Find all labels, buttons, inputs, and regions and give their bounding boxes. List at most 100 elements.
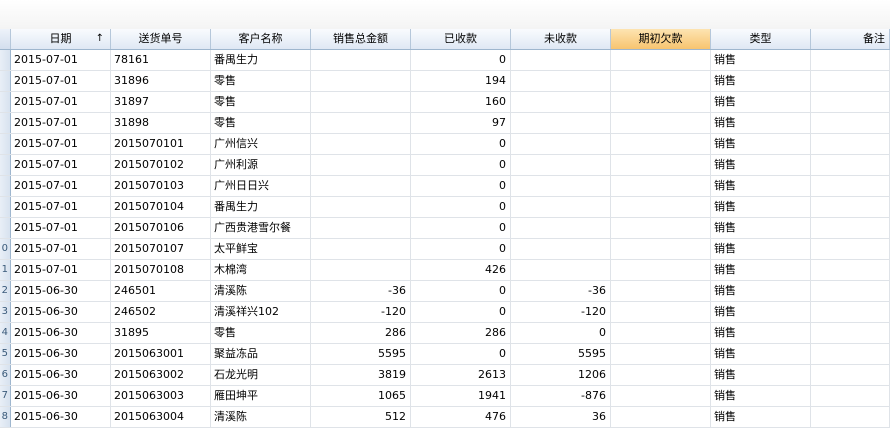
column-header-received[interactable]: 已收款: [411, 29, 511, 49]
date-cell[interactable]: 2015-06-30: [11, 407, 111, 427]
table-row[interactable]: 2015-07-01 2015070101 广州信兴 0 销售: [0, 134, 890, 155]
unpaid-cell[interactable]: [511, 218, 611, 238]
note-cell[interactable]: [811, 260, 890, 280]
received-cell[interactable]: 0: [411, 50, 511, 70]
total-amount-cell[interactable]: [311, 239, 411, 259]
received-cell[interactable]: 1941: [411, 386, 511, 406]
total-amount-cell[interactable]: [311, 50, 411, 70]
customer-cell[interactable]: 零售: [211, 323, 311, 343]
order-no-cell[interactable]: 2015070104: [111, 197, 211, 217]
unpaid-cell[interactable]: -36: [511, 281, 611, 301]
order-no-cell[interactable]: 31897: [111, 92, 211, 112]
row-header[interactable]: 6: [0, 365, 11, 385]
table-row[interactable]: 2015-07-01 78161 番禺生力 0 销售: [0, 50, 890, 71]
date-cell[interactable]: 2015-06-30: [11, 302, 111, 322]
date-cell[interactable]: 2015-07-01: [11, 113, 111, 133]
opening-balance-cell[interactable]: [611, 260, 711, 280]
row-header[interactable]: 2: [0, 281, 11, 301]
unpaid-cell[interactable]: [511, 239, 611, 259]
table-row[interactable]: 2 2015-06-30 246501 清溪陈 -36 0 -36 销售: [0, 281, 890, 302]
opening-balance-cell[interactable]: [611, 365, 711, 385]
note-cell[interactable]: [811, 113, 890, 133]
customer-cell[interactable]: 清溪祥兴102: [211, 302, 311, 322]
customer-cell[interactable]: 零售: [211, 113, 311, 133]
unpaid-cell[interactable]: [511, 197, 611, 217]
customer-cell[interactable]: 广西贵港雪尔餐: [211, 218, 311, 238]
order-no-cell[interactable]: 31898: [111, 113, 211, 133]
column-header-opening-balance[interactable]: 期初欠款: [611, 29, 711, 49]
table-row[interactable]: 4 2015-06-30 31895 零售 286 286 0 销售: [0, 323, 890, 344]
opening-balance-cell[interactable]: [611, 197, 711, 217]
type-cell[interactable]: 销售: [711, 218, 811, 238]
row-header[interactable]: [0, 176, 11, 196]
customer-cell[interactable]: 雁田坤平: [211, 386, 311, 406]
table-row[interactable]: 2015-07-01 31898 零售 97 销售: [0, 113, 890, 134]
customer-cell[interactable]: 聚益冻品: [211, 344, 311, 364]
unpaid-cell[interactable]: [511, 50, 611, 70]
opening-balance-cell[interactable]: [611, 407, 711, 427]
column-header-type[interactable]: 类型: [711, 29, 811, 49]
date-cell[interactable]: 2015-06-30: [11, 386, 111, 406]
column-header-date[interactable]: 日期 ↑: [11, 29, 111, 49]
received-cell[interactable]: 426: [411, 260, 511, 280]
table-row[interactable]: 2015-07-01 2015070104 番禺生力 0 销售: [0, 197, 890, 218]
unpaid-cell[interactable]: -876: [511, 386, 611, 406]
table-row[interactable]: 2015-07-01 2015070103 广州日日兴 0 销售: [0, 176, 890, 197]
customer-cell[interactable]: 零售: [211, 71, 311, 91]
customer-cell[interactable]: 番禺生力: [211, 50, 311, 70]
opening-balance-cell[interactable]: [611, 134, 711, 154]
type-cell[interactable]: 销售: [711, 260, 811, 280]
opening-balance-cell[interactable]: [611, 344, 711, 364]
unpaid-cell[interactable]: [511, 134, 611, 154]
row-header[interactable]: 1: [0, 260, 11, 280]
table-row[interactable]: 6 2015-06-30 2015063002 石龙光明 3819 2613 1206 销售: [0, 365, 890, 386]
received-cell[interactable]: 0: [411, 134, 511, 154]
column-header-customer[interactable]: 客户名称: [211, 29, 311, 49]
row-header[interactable]: [0, 71, 11, 91]
type-cell[interactable]: 销售: [711, 323, 811, 343]
order-no-cell[interactable]: 2015070103: [111, 176, 211, 196]
order-no-cell[interactable]: 2015070106: [111, 218, 211, 238]
order-no-cell[interactable]: 2015070102: [111, 155, 211, 175]
received-cell[interactable]: 0: [411, 176, 511, 196]
total-amount-cell[interactable]: -36: [311, 281, 411, 301]
corner-cell[interactable]: [0, 29, 11, 49]
total-amount-cell[interactable]: [311, 134, 411, 154]
type-cell[interactable]: 销售: [711, 302, 811, 322]
type-cell[interactable]: 销售: [711, 239, 811, 259]
customer-cell[interactable]: 广州信兴: [211, 134, 311, 154]
total-amount-cell[interactable]: [311, 260, 411, 280]
row-header[interactable]: 0: [0, 239, 11, 259]
note-cell[interactable]: [811, 239, 890, 259]
order-no-cell[interactable]: 2015070108: [111, 260, 211, 280]
note-cell[interactable]: [811, 386, 890, 406]
unpaid-cell[interactable]: 5595: [511, 344, 611, 364]
unpaid-cell[interactable]: [511, 92, 611, 112]
customer-cell[interactable]: 零售: [211, 92, 311, 112]
column-header-unpaid[interactable]: 未收款: [511, 29, 611, 49]
received-cell[interactable]: 0: [411, 239, 511, 259]
customer-cell[interactable]: 太平鲜宝: [211, 239, 311, 259]
date-cell[interactable]: 2015-06-30: [11, 281, 111, 301]
date-cell[interactable]: 2015-07-01: [11, 71, 111, 91]
date-cell[interactable]: 2015-06-30: [11, 344, 111, 364]
row-header[interactable]: [0, 134, 11, 154]
order-no-cell[interactable]: 246501: [111, 281, 211, 301]
column-header-total-amount[interactable]: 销售总金额: [311, 29, 411, 49]
customer-cell[interactable]: 木棉湾: [211, 260, 311, 280]
row-header[interactable]: 8: [0, 407, 11, 427]
total-amount-cell[interactable]: 512: [311, 407, 411, 427]
table-row[interactable]: 1 2015-07-01 2015070108 木棉湾 426 销售: [0, 260, 890, 281]
note-cell[interactable]: [811, 344, 890, 364]
note-cell[interactable]: [811, 365, 890, 385]
total-amount-cell[interactable]: 5595: [311, 344, 411, 364]
date-cell[interactable]: 2015-07-01: [11, 197, 111, 217]
row-header[interactable]: [0, 218, 11, 238]
row-header[interactable]: 4: [0, 323, 11, 343]
order-no-cell[interactable]: 2015063003: [111, 386, 211, 406]
date-cell[interactable]: 2015-06-30: [11, 323, 111, 343]
received-cell[interactable]: 0: [411, 302, 511, 322]
date-cell[interactable]: 2015-07-01: [11, 239, 111, 259]
type-cell[interactable]: 销售: [711, 155, 811, 175]
note-cell[interactable]: [811, 50, 890, 70]
